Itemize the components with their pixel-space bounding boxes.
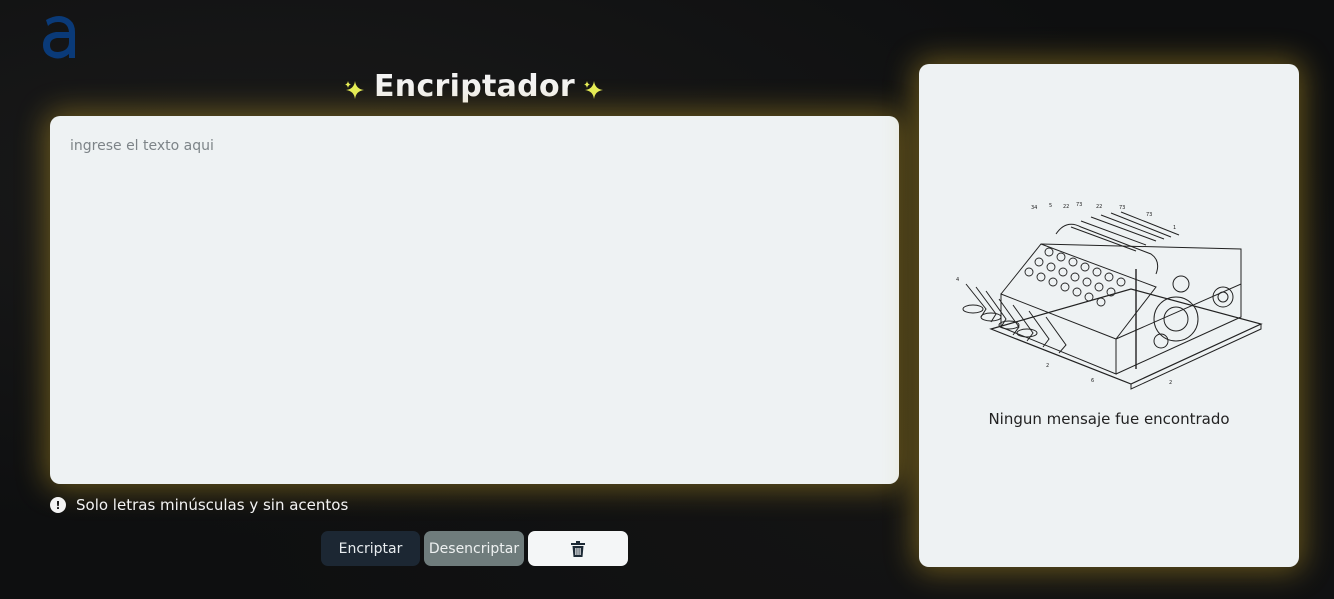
svg-text:22: 22 [1096, 204, 1102, 210]
input-notice: ! Solo letras minúsculas y sin acentos [50, 494, 348, 516]
svg-text:34: 34 [1031, 205, 1037, 211]
svg-text:6: 6 [1091, 378, 1094, 384]
svg-text:5: 5 [1049, 203, 1052, 209]
svg-text:73: 73 [1119, 205, 1125, 211]
exclamation-circle-icon: ! [50, 497, 66, 513]
notice-text: Solo letras minúsculas y sin acentos [76, 496, 349, 514]
svg-text:73: 73 [1076, 202, 1082, 208]
page-header: Encriptador [50, 64, 899, 108]
svg-text:1: 1 [1173, 225, 1176, 231]
svg-text:73: 73 [1146, 212, 1152, 218]
text-input[interactable] [50, 116, 899, 484]
svg-text:4: 4 [956, 277, 959, 283]
svg-text:2: 2 [1046, 363, 1049, 369]
trash-icon [571, 540, 585, 557]
decrypt-button[interactable]: Desencriptar [424, 531, 524, 566]
sparkle-icon [583, 81, 603, 99]
cipher-machine-illustration: 34 5 22 73 22 73 7314 6 22 [956, 202, 1263, 390]
encrypt-button[interactable]: Encriptar [321, 531, 420, 566]
output-panel: 34 5 22 73 22 73 73 1 4 622 Ningun mensaje fue… [919, 64, 1299, 567]
alura-logo-icon[interactable] [40, 10, 80, 62]
page-title: Encriptador [374, 68, 575, 104]
svg-text:2: 2 [1169, 380, 1172, 386]
clear-button[interactable] [528, 531, 628, 566]
svg-text:22: 22 [1063, 204, 1069, 210]
sparkle-icon [345, 81, 365, 99]
action-buttons: Encriptar Desencriptar [321, 531, 628, 566]
empty-message: Ningun mensaje fue encontrado [988, 410, 1230, 428]
